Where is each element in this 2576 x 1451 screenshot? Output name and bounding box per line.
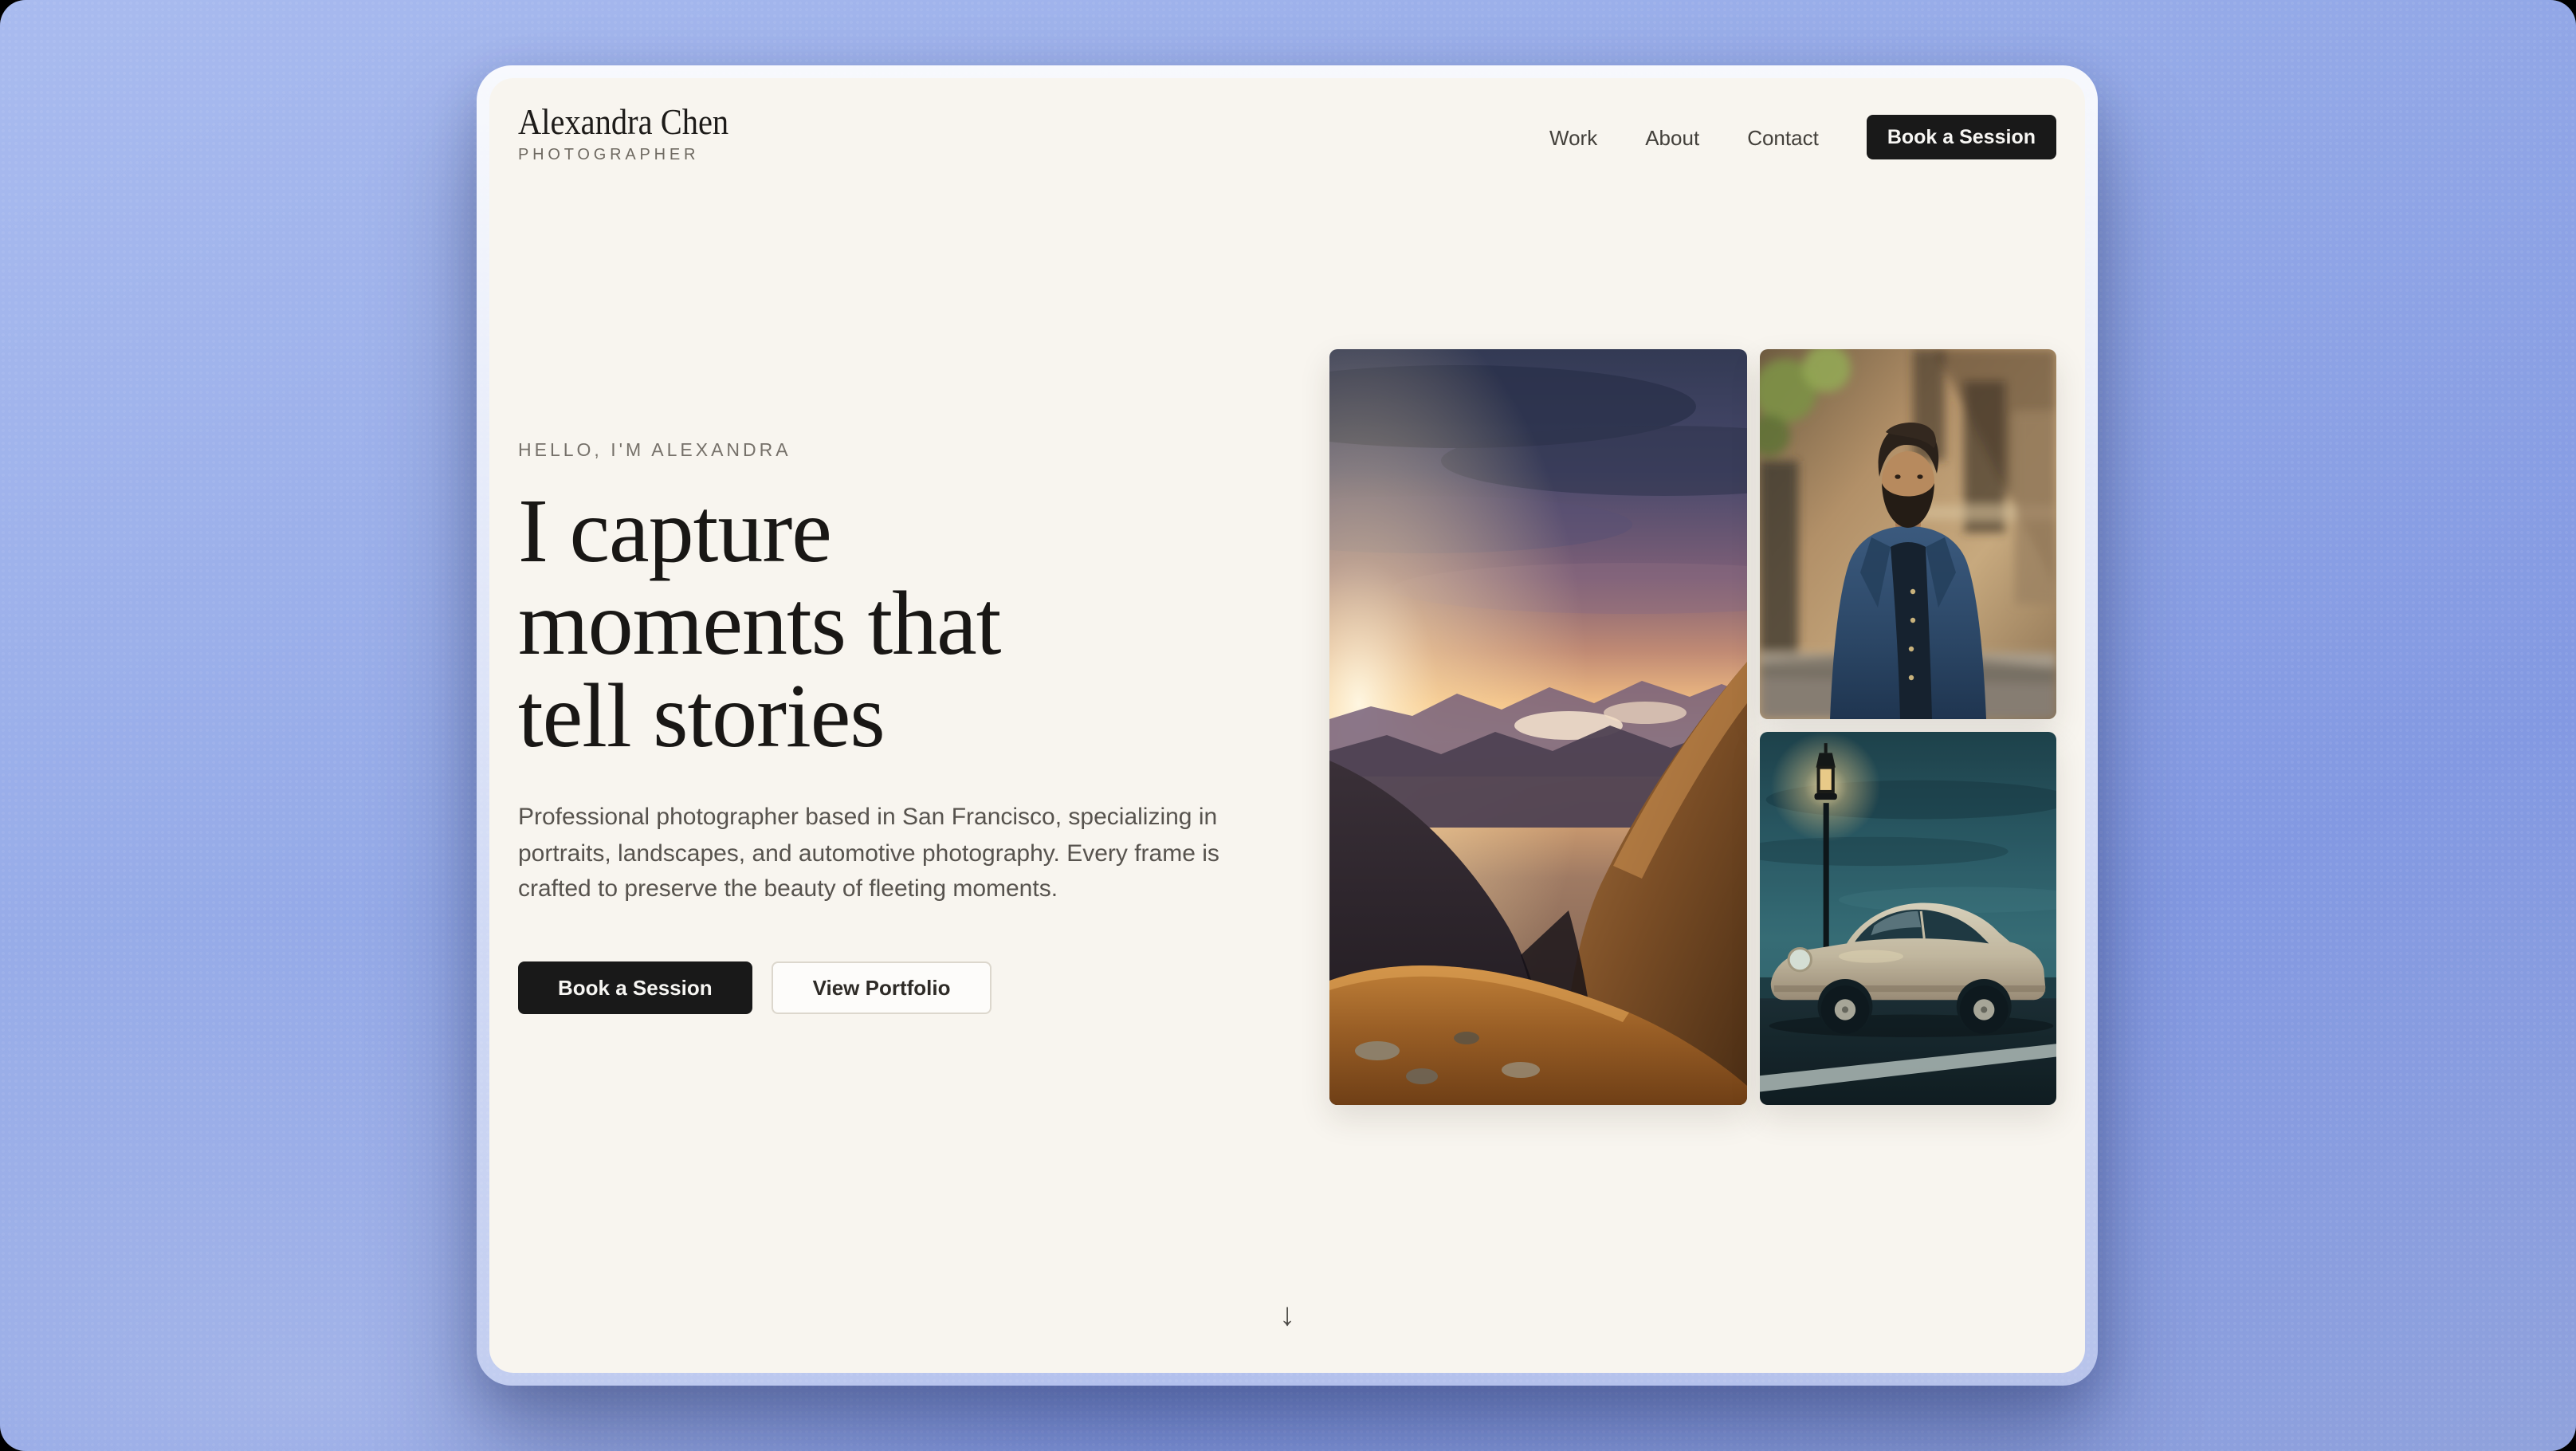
gallery-photo-mountain-sunset (1329, 349, 1747, 1105)
hero-cta-row: Book a Session View Portfolio (518, 961, 1283, 1014)
gallery-photo-man-portrait (1760, 349, 2056, 719)
description-line-2: portraits, landscapes, and automotive ph… (518, 837, 1283, 873)
desktop-background: Alexandra Chen PHOTOGRAPHER Work About C… (0, 0, 2576, 1451)
site-page: Alexandra Chen PHOTOGRAPHER Work About C… (489, 78, 2085, 1373)
nav-book-session-button[interactable]: Book a Session (1867, 115, 2056, 159)
hero-heading: I capture moments that tell stories (518, 486, 1283, 765)
nav-link-contact[interactable]: Contact (1747, 125, 1819, 149)
heading-line-2: moments that (518, 579, 1283, 671)
brand-logo[interactable]: Alexandra Chen PHOTOGRAPHER (518, 102, 757, 164)
hero-photo-grid (1329, 349, 2056, 1105)
man-portrait-illustration (1760, 349, 2056, 719)
gallery-photo-classic-car (1760, 732, 2056, 1105)
nav-link-about[interactable]: About (1645, 125, 1699, 149)
hero-view-portfolio-button[interactable]: View Portfolio (772, 961, 992, 1014)
heading-line-1: I capture (518, 486, 1283, 579)
main-nav: Work About Contact Book a Session (1549, 115, 2056, 159)
hero-eyebrow: HELLO, I'M ALEXANDRA (518, 442, 1283, 461)
hero-book-session-button[interactable]: Book a Session (518, 961, 752, 1014)
screen-scaler: Alexandra Chen PHOTOGRAPHER Work About C… (0, 0, 2576, 1451)
classic-car-illustration (1760, 732, 2056, 1105)
brand-tagline: PHOTOGRAPHER (518, 147, 757, 164)
site-window-card: Alexandra Chen PHOTOGRAPHER Work About C… (477, 65, 2098, 1386)
brand-name: Alexandra Chen (518, 102, 728, 144)
hero-description: Professional photographer based in San F… (518, 801, 1283, 909)
arrow-down-icon: ↓ (1279, 1298, 1295, 1333)
description-line-1: Professional photographer based in San F… (518, 801, 1283, 837)
nav-link-work[interactable]: Work (1549, 125, 1597, 149)
hero-text-block: HELLO, I'M ALEXANDRA I capture moments t… (518, 442, 1283, 1014)
mountain-sunset-illustration (1329, 349, 1747, 1105)
site-header: Alexandra Chen PHOTOGRAPHER Work About C… (489, 78, 2085, 164)
heading-line-3: tell stories (518, 672, 1283, 765)
description-line-3: crafted to preserve the beauty of fleeti… (518, 873, 1283, 909)
scroll-down-indicator[interactable]: ↓ (1279, 1300, 1295, 1331)
